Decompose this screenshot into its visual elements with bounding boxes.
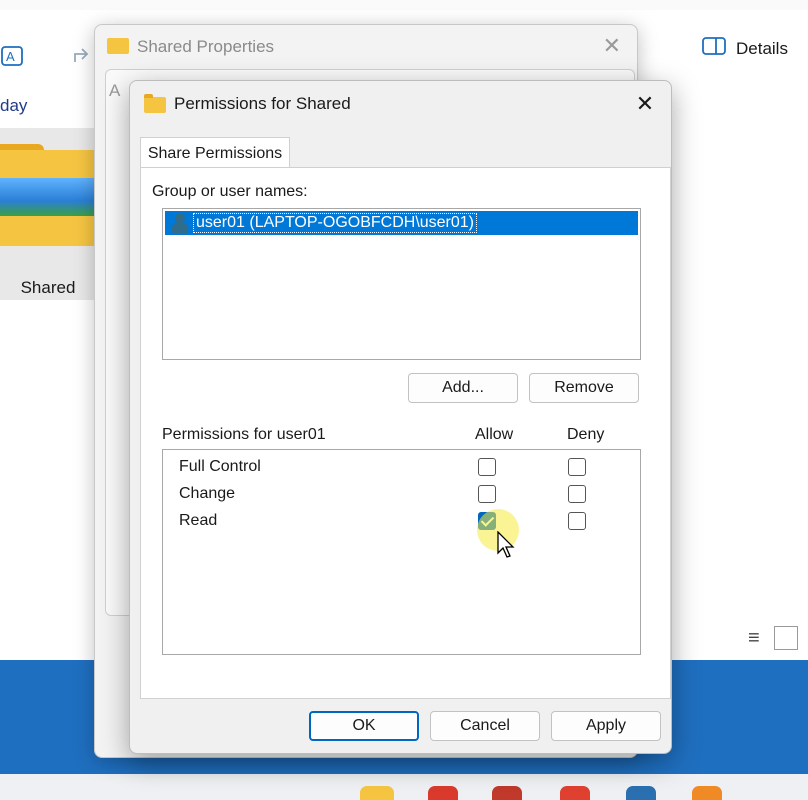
close-button[interactable]: ✕ xyxy=(631,91,659,119)
permissions-table: Full Control Change Read xyxy=(162,449,641,655)
permission-name: Full Control xyxy=(179,458,261,475)
details-button[interactable]: Details xyxy=(702,36,788,61)
user-list-item[interactable]: user01 (LAPTOP-OGOBFCDH\user01) xyxy=(165,211,638,235)
share-icon[interactable] xyxy=(72,44,96,71)
properties-partial-label: A xyxy=(109,81,121,100)
mouse-cursor-icon xyxy=(497,530,515,564)
permission-row-change: Change xyxy=(163,481,640,508)
app-taskbar-icon[interactable] xyxy=(492,786,522,800)
date-group-header: day xyxy=(0,96,28,115)
permission-row-read: Read xyxy=(163,508,640,535)
folder-icon xyxy=(107,38,129,54)
allow-checkbox-change[interactable] xyxy=(478,485,496,503)
view-switcher: ≡ xyxy=(748,626,798,650)
dialog-title: Permissions for Shared xyxy=(174,94,351,113)
remove-button[interactable]: Remove xyxy=(529,373,639,403)
file-explorer-taskbar-icon[interactable] xyxy=(360,786,394,800)
cancel-button[interactable]: Cancel xyxy=(430,711,540,741)
deny-column-header: Deny xyxy=(567,426,605,443)
user-icon xyxy=(171,212,189,234)
dialog-titlebar: Permissions for Shared ✕ xyxy=(130,81,671,127)
apply-button[interactable]: Apply xyxy=(551,711,661,741)
properties-title: Shared Properties xyxy=(137,37,275,56)
tiles-view-icon[interactable] xyxy=(773,626,798,650)
app-taskbar-icon[interactable] xyxy=(428,786,458,800)
user-list[interactable]: user01 (LAPTOP-OGOBFCDH\user01) xyxy=(162,208,641,360)
details-pane-icon xyxy=(702,36,726,61)
app-taskbar-icon[interactable] xyxy=(560,786,590,800)
deny-checkbox-full-control[interactable] xyxy=(568,458,586,476)
allow-column-header: Allow xyxy=(475,426,514,443)
permission-row-full-control: Full Control xyxy=(163,454,640,481)
folder-name: Shared xyxy=(20,278,76,297)
rename-icon[interactable]: A xyxy=(0,44,26,73)
group-or-user-names-label: Group or user names: xyxy=(152,183,308,200)
deny-checkbox-change[interactable] xyxy=(568,485,586,503)
tab-share-permissions[interactable]: Share Permissions xyxy=(140,137,290,168)
add-button[interactable]: Add... xyxy=(408,373,518,403)
allow-checkbox-full-control[interactable] xyxy=(478,458,496,476)
close-icon[interactable]: ✕ xyxy=(603,33,621,59)
permissions-for-label: Permissions for user01 xyxy=(162,426,326,443)
folder-thumbnail xyxy=(0,178,96,216)
ok-button[interactable]: OK xyxy=(309,711,419,741)
svg-text:A: A xyxy=(6,49,15,64)
permission-name: Change xyxy=(179,485,236,502)
user-name: user01 (LAPTOP-OGOBFCDH\user01) xyxy=(193,213,478,233)
calendar-taskbar-icon[interactable] xyxy=(626,786,656,800)
permissions-dialog: Permissions for Shared ✕ Share Permissio… xyxy=(129,80,672,754)
folder-icon xyxy=(144,94,166,113)
permission-name: Read xyxy=(179,512,218,529)
details-label: Details xyxy=(736,38,788,58)
app-taskbar-icon[interactable] xyxy=(692,786,722,800)
deny-checkbox-read[interactable] xyxy=(568,512,586,530)
list-view-icon[interactable]: ≡ xyxy=(748,627,760,650)
shared-folder-tile[interactable]: Shared xyxy=(0,128,96,300)
taskbar xyxy=(0,774,808,800)
